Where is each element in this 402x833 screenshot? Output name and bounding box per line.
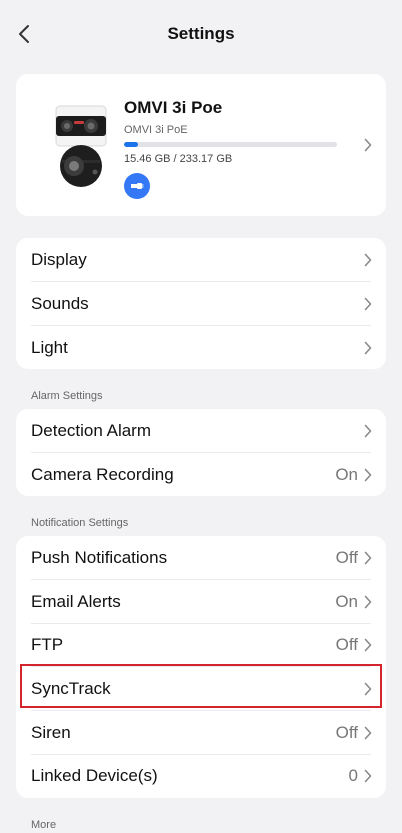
chevron-right-icon [364, 341, 372, 355]
camera-recording-label: Camera Recording [31, 465, 174, 484]
linked-devices-value: 0 [348, 766, 358, 785]
push-notifications-value: Off [335, 548, 358, 567]
alarm-settings-group: Detection Alarm Camera Recording On [16, 409, 386, 496]
chevron-right-icon [364, 424, 372, 438]
ftp-value: Off [335, 635, 358, 654]
device-model: OMVI 3i PoE [124, 124, 188, 136]
ftp-row[interactable]: FTP Off [16, 623, 386, 667]
chevron-right-icon [364, 468, 372, 482]
email-alerts-value: On [335, 592, 358, 611]
email-alerts-label: Email Alerts [31, 592, 121, 611]
detection-alarm-label: Detection Alarm [31, 421, 151, 440]
storage-progress-fill [124, 142, 139, 147]
chevron-right-icon [364, 253, 372, 267]
storage-progress-bar [124, 142, 337, 147]
nav-bar: Settings [0, 0, 402, 70]
camera-recording-row[interactable]: Camera Recording On [16, 453, 386, 497]
device-card[interactable]: OMVI 3i Poe OMVI 3i PoE 15.46 GB / 233.1… [16, 74, 386, 216]
ftp-label: FTP [31, 635, 64, 654]
synctrack-highlight-box [20, 664, 382, 708]
sounds-label: Sounds [31, 294, 89, 313]
chevron-right-icon [364, 138, 372, 152]
camera-recording-value: On [335, 465, 358, 484]
chevron-right-icon [364, 638, 372, 652]
notification-settings-header: Notification Settings [31, 517, 129, 529]
display-label: Display [31, 250, 87, 269]
connection-badge [124, 173, 150, 199]
linked-devices-label: Linked Device(s) [31, 766, 158, 785]
storage-text: 15.46 GB / 233.17 GB [124, 153, 233, 165]
push-notifications-label: Push Notifications [31, 548, 168, 567]
chevron-right-icon [364, 297, 372, 311]
detection-alarm-row[interactable]: Detection Alarm [16, 409, 386, 453]
siren-label: Siren [31, 723, 71, 742]
light-row[interactable]: Light [16, 326, 386, 370]
more-header: More [31, 819, 57, 831]
push-notifications-row[interactable]: Push Notifications Off [16, 536, 386, 580]
camera-image [55, 105, 107, 187]
chevron-right-icon [364, 595, 372, 609]
linked-devices-row[interactable]: Linked Device(s) 0 [16, 754, 386, 798]
chevron-right-icon [364, 769, 372, 783]
sounds-row[interactable]: Sounds [16, 282, 386, 326]
light-label: Light [31, 338, 68, 357]
device-name: OMVI 3i Poe [124, 98, 223, 117]
display-row[interactable]: Display [16, 238, 386, 282]
page-title: Settings [167, 24, 235, 43]
chevron-right-icon [364, 551, 372, 565]
chevron-right-icon [364, 726, 372, 740]
email-alerts-row[interactable]: Email Alerts On [16, 580, 386, 624]
alarm-settings-header: Alarm Settings [31, 390, 103, 402]
general-settings-group: Display Sounds Light [16, 238, 386, 369]
ethernet-icon [131, 183, 144, 189]
siren-row[interactable]: Siren Off [16, 711, 386, 755]
siren-value: Off [335, 723, 358, 742]
